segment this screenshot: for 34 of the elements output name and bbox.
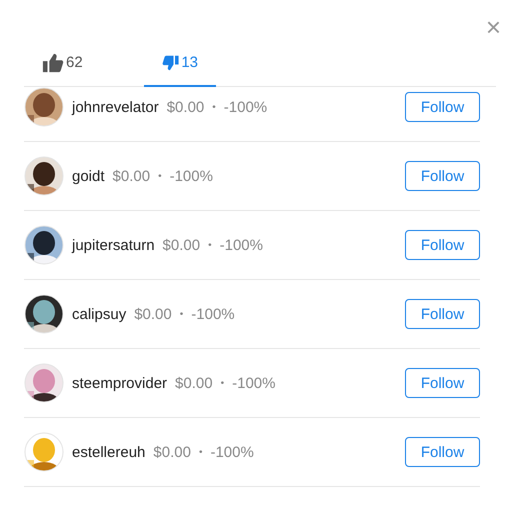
separator-dot: • xyxy=(220,378,224,388)
follow-button[interactable]: Follow xyxy=(405,368,480,398)
follow-button[interactable]: Follow xyxy=(405,437,480,467)
vote-percent: -100% xyxy=(191,306,235,322)
username[interactable]: steemprovider xyxy=(72,374,168,392)
separator-dot: • xyxy=(208,240,212,250)
follow-button[interactable]: Follow xyxy=(405,161,480,191)
vote-percent: -100% xyxy=(170,168,213,184)
close-button[interactable]: × xyxy=(486,14,501,40)
username[interactable]: jupitersaturn xyxy=(72,236,155,254)
payout-amount: $0.00 xyxy=(112,168,150,184)
username[interactable]: estellereuh xyxy=(72,444,146,460)
payout-amount: $0.00 xyxy=(162,236,200,254)
vote-percent: -100% xyxy=(220,236,263,254)
username[interactable]: calipsuy xyxy=(72,306,126,322)
payout-amount: $0.00 xyxy=(134,306,172,322)
follow-button[interactable]: Follow xyxy=(405,299,480,329)
follow-button[interactable]: Follow xyxy=(405,92,480,122)
vote-percent: -100% xyxy=(232,374,276,392)
payout-amount: $0.00 xyxy=(175,374,213,392)
follow-button[interactable]: Follow xyxy=(405,230,480,260)
username[interactable]: johnrevelator xyxy=(72,98,159,116)
payout-amount: $0.00 xyxy=(153,444,191,460)
thumbs-up-icon xyxy=(42,52,64,74)
tab[interactable]: 13 xyxy=(144,40,216,87)
username[interactable]: goidt xyxy=(72,168,105,184)
separator-dot: • xyxy=(198,446,202,458)
separator-dot: • xyxy=(212,102,216,112)
vote-percent: -100% xyxy=(210,444,254,460)
vote-percent: -100% xyxy=(224,98,268,116)
separator-dot: • xyxy=(180,308,184,320)
payout-amount: $0.00 xyxy=(166,98,204,116)
separator-dot: • xyxy=(158,170,162,182)
tab[interactable]: 62 xyxy=(24,40,114,87)
